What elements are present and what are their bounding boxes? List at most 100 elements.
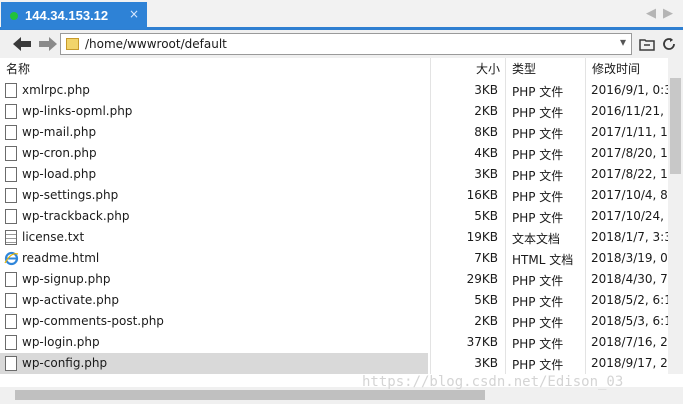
file-modified: 2017/10/4, 8 [591,188,668,202]
file-type: PHP 文件 [512,211,564,225]
file-type: PHP 文件 [512,337,564,351]
file-size: 4KB [474,146,498,160]
document-icon [5,125,17,140]
file-row[interactable]: wp-links-opml.php 2KB PHP 文件 2016/11/21, [0,101,668,122]
open-folder-icon[interactable] [639,36,655,52]
file-size: 5KB [474,293,498,307]
file-row[interactable]: wp-mail.php 8KB PHP 文件 2017/1/11, 1 [0,122,668,143]
file-type: 文本文档 [512,232,561,246]
tab-session[interactable]: 144.34.153.12 × [1,2,147,29]
file-name: wp-activate.php [22,293,119,307]
file-size: 5KB [474,209,498,223]
file-row-selected[interactable]: wp-config.php 3KB PHP 文件 2018/9/17, 2 [0,353,668,374]
file-type: PHP 文件 [512,358,564,372]
file-modified: 2017/10/24, [591,209,664,223]
vertical-scroll-thumb[interactable] [670,78,681,174]
forward-arrow-icon[interactable] [38,36,58,52]
file-size: 3KB [474,83,498,97]
folder-icon [66,38,79,50]
file-modified: 2017/1/11, 1 [591,125,668,139]
column-name[interactable]: 名称 [6,60,30,77]
document-icon [5,146,17,161]
back-arrow-icon[interactable] [12,36,32,52]
chevron-down-icon[interactable]: ▾ [620,35,626,49]
document-icon [5,356,17,371]
tab-scroll-left-icon[interactable]: ◀ [646,6,656,21]
file-modified: 2018/5/2, 6:1 [591,293,668,307]
column-type[interactable]: 类型 [512,60,536,77]
file-name: wp-config.php [22,356,108,370]
file-type: PHP 文件 [512,106,564,120]
file-type: PHP 文件 [512,316,564,330]
file-row[interactable]: wp-settings.php 16KB PHP 文件 2017/10/4, 8 [0,185,668,206]
file-modified: 2018/1/7, 3:3 [591,230,668,244]
file-modified: 2018/5/3, 6:1 [591,314,668,328]
file-modified: 2017/8/20, 1 [591,146,668,160]
refresh-icon[interactable] [661,36,677,52]
file-name: wp-mail.php [22,125,97,139]
file-size: 7KB [474,251,498,265]
file-size: 8KB [474,125,498,139]
connection-status-icon [10,12,18,20]
file-size: 3KB [474,167,498,181]
file-type: PHP 文件 [512,190,564,204]
column-size[interactable]: 大小 [476,60,500,77]
file-modified: 2016/11/21, [591,104,664,118]
text-document-icon [5,230,17,245]
file-type: PHP 文件 [512,148,564,162]
document-icon [5,188,17,203]
document-icon [5,167,17,182]
document-icon [5,314,17,329]
tab-scroll-right-icon[interactable]: ▶ [663,6,673,21]
file-row[interactable]: wp-signup.php 29KB PHP 文件 2018/4/30, 7 [0,269,668,290]
file-name: wp-signup.php [22,272,111,286]
file-name: wp-comments-post.php [22,314,164,328]
document-icon [5,293,17,308]
file-modified: 2018/3/19, 0 [591,251,668,265]
file-name: wp-load.php [22,167,97,181]
watermark-text: https://blog.csdn.net/Edison_03 [362,374,624,390]
file-row[interactable]: license.txt 19KB 文本文档 2018/1/7, 3:3 [0,227,668,248]
ie-html-icon [4,251,19,266]
file-name: wp-links-opml.php [22,104,133,118]
column-modified[interactable]: 修改时间 [592,60,640,77]
file-size: 3KB [474,356,498,370]
file-name: wp-login.php [22,335,100,349]
file-size: 37KB [466,335,498,349]
file-row[interactable]: wp-cron.php 4KB PHP 文件 2017/8/20, 1 [0,143,668,164]
file-name: wp-cron.php [22,146,97,160]
document-icon [5,272,17,287]
file-size: 2KB [474,104,498,118]
file-name: wp-settings.php [22,188,119,202]
file-type: PHP 文件 [512,274,564,288]
file-modified: 2018/9/17, 2 [591,356,668,370]
file-modified: 2016/9/1, 0:3 [591,83,668,97]
file-row[interactable]: wp-activate.php 5KB PHP 文件 2018/5/2, 6:1 [0,290,668,311]
file-row[interactable]: readme.html 7KB HTML 文档 2018/3/19, 0 [0,248,668,269]
file-modified: 2018/4/30, 7 [591,272,668,286]
file-row[interactable]: wp-login.php 37KB PHP 文件 2018/7/16, 2 [0,332,668,353]
file-type: PHP 文件 [512,127,564,141]
horizontal-scroll-thumb[interactable] [15,390,485,400]
document-icon [5,335,17,350]
file-row[interactable]: wp-load.php 3KB PHP 文件 2017/8/22, 1 [0,164,668,185]
file-modified: 2017/8/22, 1 [591,167,668,181]
file-size: 2KB [474,314,498,328]
file-type: HTML 文档 [512,253,574,267]
tab-close-icon[interactable]: × [129,7,139,21]
file-name: xmlrpc.php [22,83,90,97]
file-list-header: 名称 大小 类型 修改时间 [0,58,683,79]
file-type: PHP 文件 [512,169,564,183]
file-name: wp-trackback.php [22,209,130,223]
file-row[interactable]: wp-trackback.php 5KB PHP 文件 2017/10/24, [0,206,668,227]
file-name: license.txt [22,230,85,244]
file-size: 19KB [466,230,498,244]
file-type: PHP 文件 [512,295,564,309]
file-row[interactable]: xmlrpc.php 3KB PHP 文件 2016/9/1, 0:3 [0,80,668,101]
address-path[interactable]: /home/wwwroot/default [85,37,227,51]
file-size: 16KB [466,188,498,202]
address-bar[interactable]: /home/wwwroot/default ▾ [60,33,632,55]
file-name: readme.html [22,251,100,265]
file-type: PHP 文件 [512,85,564,99]
file-row[interactable]: wp-comments-post.php 2KB PHP 文件 2018/5/3… [0,311,668,332]
